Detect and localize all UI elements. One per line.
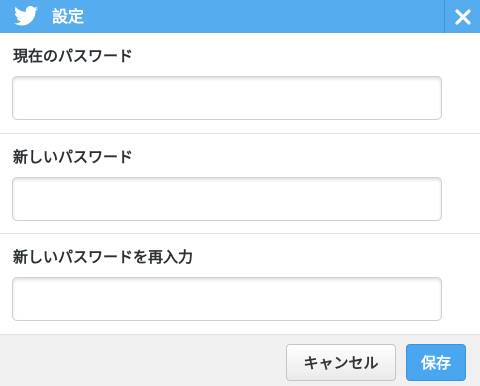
new-password-label: 新しいパスワード <box>13 148 134 166</box>
twitter-bird-icon <box>14 6 38 26</box>
dialog-titlebar: 設定 <box>0 0 480 33</box>
close-icon <box>454 8 471 25</box>
cancel-button[interactable]: キャンセル <box>286 344 396 381</box>
dialog-footer: キャンセル 保存 <box>0 334 480 386</box>
new-password-input[interactable] <box>12 177 442 221</box>
save-button[interactable]: 保存 <box>406 344 466 381</box>
confirm-password-label: 新しいパスワードを再入力 <box>13 248 194 266</box>
settings-dialog: 設定 現在のパスワード 新しいパスワード 新しいパスワードを再入力 キャンセル … <box>0 0 480 386</box>
confirm-password-section: 新しいパスワードを再入力 <box>0 234 480 334</box>
new-password-section: 新しいパスワード <box>0 134 480 234</box>
current-password-label: 現在のパスワード <box>13 47 134 65</box>
confirm-password-input[interactable] <box>12 277 442 321</box>
dialog-title: 設定 <box>52 7 85 26</box>
current-password-input[interactable] <box>12 76 442 120</box>
close-button[interactable] <box>444 0 480 33</box>
current-password-section: 現在のパスワード <box>0 33 480 134</box>
